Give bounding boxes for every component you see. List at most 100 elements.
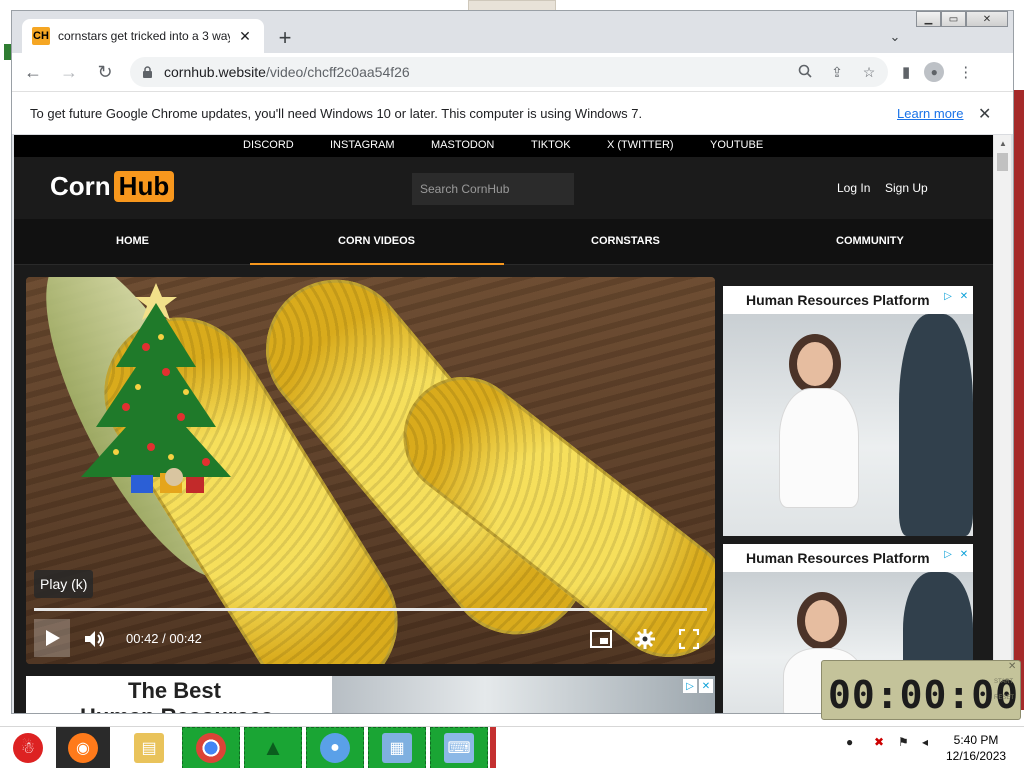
ad-choices[interactable]: ▷ ✕	[941, 289, 971, 303]
taskbar-item-explorer[interactable]: ▤	[124, 727, 174, 768]
player-controls: 00:42 / 00:42	[26, 617, 715, 661]
social-link-x[interactable]: X (TWITTER)	[607, 139, 674, 151]
zoom-search-icon[interactable]	[796, 64, 814, 81]
network-error-icon[interactable]: ✖	[874, 735, 884, 749]
social-link-instagram[interactable]: INSTAGRAM	[330, 139, 395, 151]
tab-search-chevron-icon[interactable]: ⌄	[884, 27, 906, 47]
ad-close-icon[interactable]: ✕	[957, 289, 971, 303]
profile-avatar-icon[interactable]: ●	[924, 62, 945, 82]
settings-gear-icon[interactable]	[633, 627, 657, 651]
adchoices-icon[interactable]: ▷	[941, 289, 955, 303]
nav-community[interactable]: COMMUNITY	[836, 235, 904, 247]
stopwatch-close-icon[interactable]: ✕	[1008, 661, 1016, 672]
stopwatch-digits: 00:00:00	[828, 673, 1020, 717]
stopwatch-reset[interactable]: RESET	[994, 695, 1014, 701]
page-scrollbar[interactable]: ▲	[993, 135, 1011, 713]
infobar-close-icon[interactable]: ✕	[978, 104, 991, 124]
tab-title: cornstars get tricked into a 3 way	[58, 29, 230, 43]
site-favicon: CH	[32, 27, 50, 45]
bottom-ad-line1: The Best	[128, 678, 221, 703]
signup-link[interactable]: Sign Up	[885, 181, 928, 195]
ad-close-icon[interactable]: ✕	[957, 547, 971, 561]
address-bar[interactable]: cornhub.website /video/chcff2c0aa54f26 ⇪…	[130, 57, 888, 87]
side-panel-icon[interactable]: ▮	[902, 63, 910, 81]
browser-tab[interactable]: CH cornstars get tricked into a 3 way ✕	[22, 19, 264, 53]
adchoices-icon[interactable]: ▷	[941, 547, 955, 561]
social-link-mastodon[interactable]: MASTODON	[431, 139, 494, 151]
social-link-youtube[interactable]: YOUTUBE	[710, 139, 763, 151]
forward-arrow-icon[interactable]: →	[54, 57, 84, 87]
taskbar-item-chrome[interactable]	[182, 727, 240, 768]
nav-home[interactable]: HOME	[116, 235, 149, 247]
ad-choices[interactable]: ▷ ✕	[941, 547, 971, 561]
social-link-discord[interactable]: DISCORD	[243, 139, 294, 151]
url-path: /video/chcff2c0aa54f26	[265, 64, 410, 80]
person-face	[797, 342, 833, 386]
volume-tray-icon[interactable]: ◂	[922, 735, 928, 749]
play-tooltip: Play (k)	[34, 570, 94, 598]
stopwatch-widget[interactable]: 00:00:00 START RESET ✕	[821, 660, 1021, 720]
taskbar: ☃ ◉ ▤ ▲ ● ▦ ⌨ ● ✖ ⚑ ◂ 5:40 PM 12/16/2023	[0, 726, 1024, 768]
login-link[interactable]: Log In	[837, 181, 870, 195]
side-ad-1[interactable]: Human Resources Platform ▷ ✕	[723, 286, 973, 536]
bookmark-star-icon[interactable]: ☆	[860, 64, 878, 81]
scroll-up-icon[interactable]: ▲	[999, 139, 1007, 148]
window-controls: ▁ ▭ ✕	[916, 11, 1008, 28]
tray-dot-icon[interactable]: ●	[846, 735, 853, 749]
window-close-icon[interactable]: ✕	[966, 11, 1008, 27]
keyboard-icon: ⌨	[444, 733, 474, 763]
tab-close-icon[interactable]: ✕	[236, 27, 254, 45]
site-header: Corn Hub Log In Sign Up	[14, 157, 993, 219]
minimize-icon[interactable]: ▁	[916, 11, 941, 27]
nav-cornstars[interactable]: CORNSTARS	[591, 235, 660, 247]
bottom-ad-image	[332, 676, 715, 713]
person-second	[899, 314, 973, 536]
video-progress-bar[interactable]	[34, 608, 707, 611]
learn-more-link[interactable]: Learn more	[897, 106, 963, 121]
new-tab-icon[interactable]: +	[272, 25, 298, 51]
play-button[interactable]	[34, 619, 70, 657]
tray-flag-icon[interactable]: ⚑	[898, 735, 909, 749]
browser-toolbar: ← → ↻ cornhub.website /video/chcff2c0aa5…	[12, 53, 1013, 91]
taskbar-item-tree[interactable]: ▲	[244, 727, 302, 768]
video-player[interactable]: Play (k) 00:42 / 00:42	[26, 277, 715, 664]
active-nav-underline	[250, 263, 504, 265]
fullscreen-icon[interactable]	[677, 627, 701, 651]
adchoices-icon[interactable]: ▷	[683, 679, 697, 693]
tab-strip: CH cornstars get tricked into a 3 way ✕ …	[12, 11, 1013, 53]
social-link-tiktok[interactable]: TIKTOK	[531, 139, 571, 151]
play-icon	[46, 630, 60, 646]
stopwatch-start[interactable]: START	[994, 679, 1013, 685]
url-host: cornhub.website	[164, 64, 266, 80]
logo-text-corn: Corn	[50, 171, 111, 201]
taskbar-item-firefox[interactable]: ◉	[56, 727, 110, 768]
taskbar-divider	[490, 727, 496, 768]
volume-icon[interactable]	[82, 627, 106, 651]
site-search-input[interactable]	[412, 173, 574, 205]
nav-corn-videos[interactable]: CORN VIDEOS	[338, 235, 415, 247]
taskbar-item-keyboard[interactable]: ⌨	[430, 727, 488, 768]
start-button[interactable]: ☃	[4, 727, 52, 768]
taskbar-item-messenger[interactable]: ●	[306, 727, 364, 768]
chat-bubble-icon: ●	[320, 733, 350, 763]
ad-title: Human Resources Platform	[723, 286, 973, 314]
main-nav: HOME CORN VIDEOS CORNSTARS COMMUNITY	[14, 219, 993, 265]
menu-kebab-icon[interactable]: ⋮	[958, 63, 973, 81]
ad-choices[interactable]: ▷ ✕	[683, 679, 713, 693]
control-panel-icon: ▦	[382, 733, 412, 763]
share-icon[interactable]: ⇪	[828, 64, 846, 81]
maximize-icon[interactable]: ▭	[941, 11, 966, 27]
bottom-ad[interactable]: The Best Human Resources ▷✕	[26, 676, 715, 713]
santa-start-icon: ☃	[13, 733, 43, 763]
taskbar-item-control-panel[interactable]: ▦	[368, 727, 426, 768]
site-logo[interactable]: Corn Hub	[50, 171, 175, 202]
scroll-thumb[interactable]	[997, 153, 1008, 171]
video-time: 00:42 / 00:42	[126, 631, 202, 646]
lock-icon	[140, 65, 154, 79]
back-arrow-icon[interactable]: ←	[18, 57, 48, 87]
ad-close-icon[interactable]: ✕	[699, 679, 713, 693]
reload-icon[interactable]: ↻	[90, 57, 120, 87]
taskbar-clock[interactable]: 5:40 PM 12/16/2023	[946, 732, 1006, 764]
miniplayer-icon[interactable]	[589, 627, 613, 651]
christmas-tree-icon: ▲	[262, 735, 284, 760]
